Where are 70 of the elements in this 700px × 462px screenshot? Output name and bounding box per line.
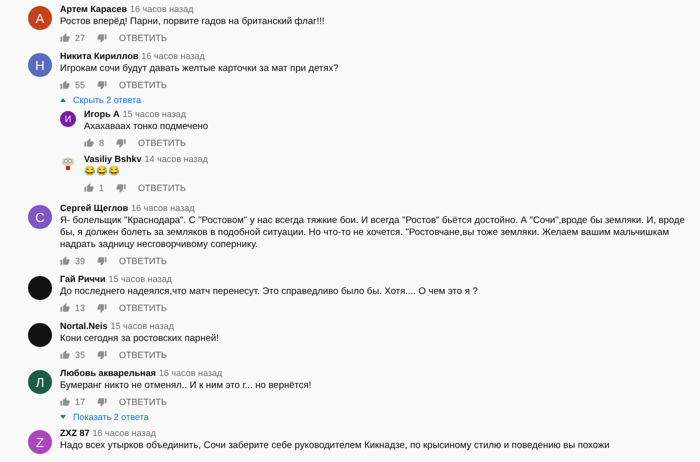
like-count: 39 (75, 256, 86, 266)
like-count: 55 (75, 80, 86, 90)
author-name[interactable]: Сергей Щеглов (60, 203, 128, 213)
cartoon-avatar-icon[interactable] (60, 156, 76, 172)
reply-button[interactable]: ОТВЕТИТЬ (107, 256, 167, 266)
like-count: 1 (99, 183, 104, 193)
reply-button[interactable]: ОТВЕТИТЬ (107, 33, 167, 43)
thumbs-down-icon[interactable] (116, 138, 126, 148)
like-count: 27 (75, 33, 86, 43)
comment-time[interactable]: 16 часов назад (92, 428, 156, 438)
thumbs-up-icon[interactable] (84, 138, 94, 148)
comment-time[interactable]: 16 часов назад (158, 368, 222, 378)
thumbs-down-icon[interactable] (97, 256, 108, 266)
comment-time[interactable]: 15 часов назад (110, 321, 174, 331)
thumbs-down-icon[interactable] (97, 80, 108, 90)
comment-text: 😂😂😂 (84, 166, 121, 178)
comment-time[interactable]: 16 часов назад (130, 4, 194, 14)
replies-toggle[interactable]: Скрыть 2 ответа (60, 95, 142, 105)
avatar-photo-placeholder[interactable] (28, 276, 52, 300)
reply-button[interactable]: ОТВЕТИТЬ (107, 397, 167, 407)
like-count: 35 (75, 350, 86, 360)
author-name[interactable]: Игорь А (84, 109, 120, 119)
comment-time[interactable]: 15 часов назад (122, 109, 186, 119)
thumbs-down-icon[interactable] (97, 303, 108, 313)
reply-button[interactable]: ОТВЕТИТЬ (126, 183, 186, 193)
comment-time[interactable]: 14 часов назад (144, 154, 208, 164)
thumbs-up-icon[interactable] (60, 256, 70, 266)
author-name[interactable]: ZXZ 87 (60, 428, 90, 438)
author-name[interactable]: Nortal.Neis (60, 321, 108, 331)
like-count: 8 (99, 138, 104, 148)
author-name[interactable]: Артем Карасев (60, 4, 127, 14)
like-count: 13 (75, 303, 86, 313)
thumbs-down-icon[interactable] (116, 183, 126, 193)
comment-text: Кони сегодня за ростовских парней! (60, 333, 220, 345)
thumbs-up-icon[interactable] (60, 33, 70, 43)
comment-text: Бумеранг никто не отменял.. И к ним это г... но вернётся! (60, 380, 312, 392)
comment-text: Ростов вперёд! Парни, порвите гадов на британский флаг!!! (60, 16, 326, 28)
reply-button[interactable]: ОТВЕТИТЬ (107, 80, 167, 90)
thumbs-down-icon[interactable] (97, 397, 108, 407)
comment-text: Игрокам сочи будут давать желтые карточки за мат при детях? (60, 63, 340, 75)
comment-text: Надо всех утырков объединить, Сочи заберите себе руководителем Кикнадзе, по крысиному стилю и поведению вы похожи (60, 440, 611, 452)
avatar[interactable]: Н (28, 53, 52, 77)
author-name[interactable]: Любовь акварельная (60, 368, 156, 378)
avatar[interactable]: С (28, 205, 52, 229)
avatar[interactable]: Л (28, 370, 52, 394)
reply-button[interactable]: ОТВЕТИТЬ (126, 138, 186, 148)
thumbs-down-icon[interactable] (97, 350, 108, 360)
avatar[interactable]: А (28, 6, 52, 30)
thumbs-up-icon[interactable] (60, 80, 70, 90)
thumbs-up-icon[interactable] (60, 303, 70, 313)
reply-button[interactable]: ОТВЕТИТЬ (107, 350, 167, 360)
thumbs-up-icon[interactable] (84, 183, 94, 193)
avatar[interactable]: И (60, 111, 76, 127)
comment-time[interactable]: 16 часов назад (131, 203, 194, 213)
avatar[interactable]: Z (28, 430, 52, 454)
comment-time[interactable]: 16 часов назад (141, 51, 205, 61)
comment-text: До последнего надеялся,что матч перенесут. Это справедливо было бы. Хотя.... О чем это я ? (60, 286, 479, 298)
thumbs-down-icon[interactable] (97, 33, 108, 43)
avatar-photo-placeholder[interactable] (28, 323, 52, 347)
thumbs-up-icon[interactable] (60, 397, 70, 407)
comment-text: Ахахаваах тонко подмечено (84, 121, 210, 133)
comment-time[interactable]: 15 часов назад (108, 274, 172, 284)
reply-button[interactable]: ОТВЕТИТЬ (107, 303, 167, 313)
author-name[interactable]: Vasiliy Bshkv (84, 154, 142, 164)
like-count: 17 (75, 397, 86, 407)
comment-text: Я- болельщик "Краснодара". С "Ростовом" у нас всегда тяжкие бои. И всегда "Ростов" бьётся достойно. А "Сочи",вроде бы земляки. И, вроде бы, я должен болеть за земляков в подобной ситуации. Но что-то не хочется. "Ростовчане,вы тоже земляки. Желаем вашим мальчишкам надрать задницу несговорчивому сопернику. (60, 215, 686, 251)
replies-toggle[interactable]: Показать 2 ответа (60, 412, 149, 422)
thumbs-up-icon[interactable] (60, 350, 70, 360)
author-name[interactable]: Гай Риччи (60, 274, 106, 284)
author-name[interactable]: Никита Кириллов (60, 51, 138, 61)
